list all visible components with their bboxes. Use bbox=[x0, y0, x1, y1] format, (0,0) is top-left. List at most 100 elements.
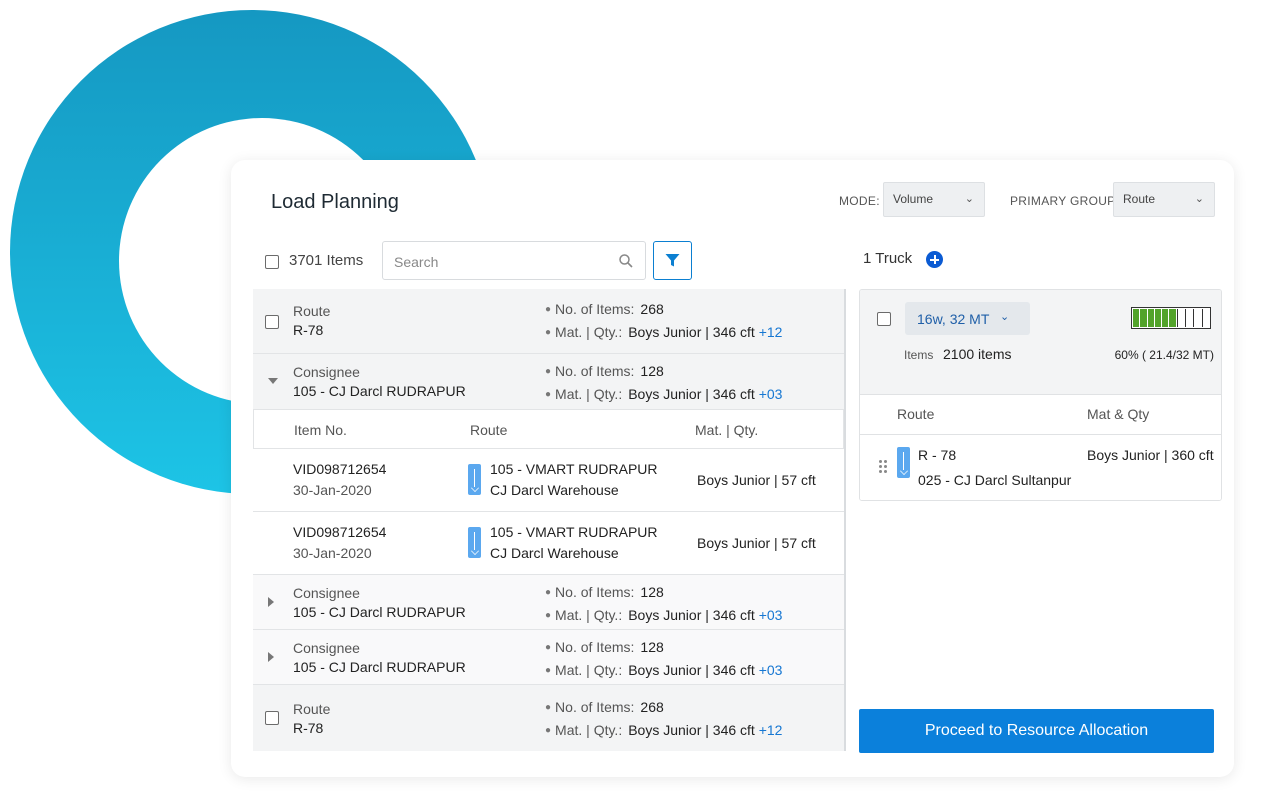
item-to: CJ Darcl Warehouse bbox=[490, 545, 619, 561]
load-list: Route R-78 ● No. of Items: 268 ● Mat. | Qty… bbox=[253, 289, 846, 751]
truck-row-qty: Boys Junior | 360 cft bbox=[1087, 447, 1214, 463]
caret-down-icon[interactable] bbox=[268, 378, 278, 384]
items-meta: ● No. of Items: 128 bbox=[545, 363, 664, 379]
arrow-down-icon bbox=[468, 527, 481, 558]
truck-count: 1 Truck bbox=[863, 250, 913, 267]
group-value: R-78 bbox=[293, 720, 324, 736]
items-meta: ● No. of Items: 268 bbox=[545, 699, 664, 715]
truck-table-header: Route Mat & Qty bbox=[860, 395, 1221, 435]
items-meta: ● No. of Items: 128 bbox=[545, 639, 664, 655]
primary-group-select-value: Route bbox=[1123, 192, 1156, 206]
more-link[interactable]: +03 bbox=[759, 662, 783, 678]
group-value: 105 - CJ Darcl RUDRAPUR bbox=[293, 383, 466, 399]
chevron-down-icon: ⌄ bbox=[1194, 193, 1204, 205]
search-icon bbox=[619, 254, 633, 268]
caret-right-icon[interactable] bbox=[268, 597, 274, 607]
truck-card-header: 16w, 32 MT ⌄ Items 2100 items 60% ( 21.4… bbox=[860, 290, 1221, 395]
chevron-down-icon: ⌄ bbox=[1000, 311, 1010, 323]
truck-type-select[interactable]: 16w, 32 MT ⌄ bbox=[905, 302, 1030, 335]
capacity-segment bbox=[1176, 309, 1185, 327]
capacity-segment bbox=[1140, 309, 1147, 327]
arrow-down-icon bbox=[897, 447, 910, 478]
more-link[interactable]: +12 bbox=[759, 722, 783, 738]
route-group-row[interactable]: Route R-78 ● No. of Items: 268 ● Mat. | Qty… bbox=[253, 289, 844, 354]
col-item-no: Item No. bbox=[294, 422, 347, 438]
consignee-group-row[interactable]: Consignee 105 - CJ Darcl RUDRAPUR ● No. o… bbox=[253, 575, 844, 630]
items-count: 3701 Items bbox=[289, 252, 364, 269]
filter-button[interactable] bbox=[653, 241, 692, 280]
col-route: Route bbox=[470, 422, 508, 438]
route-group-row[interactable]: Route R-78 ● No. of Items: 268 ● Mat. | Qty… bbox=[253, 685, 844, 751]
item-from: 105 - VMART RUDRAPUR bbox=[490, 461, 658, 477]
item-qty: Boys Junior | 57 cft bbox=[697, 472, 816, 488]
capacity-segment bbox=[1147, 309, 1154, 327]
group-label: Consignee bbox=[293, 640, 360, 656]
item-id: VID098712654 bbox=[293, 461, 387, 477]
row-checkbox[interactable] bbox=[265, 711, 279, 725]
truck-checkbox[interactable] bbox=[877, 312, 891, 326]
capacity-segment bbox=[1133, 309, 1140, 327]
capacity-segment bbox=[1201, 309, 1209, 327]
qty-meta: ● Mat. | Qty.: Boys Junior | 346 cft +03 bbox=[545, 386, 783, 402]
items-meta: ● No. of Items: 268 bbox=[545, 301, 664, 317]
primary-group-label: PRIMARY GROUP: bbox=[1010, 194, 1120, 208]
item-row[interactable]: VID098712654 30-Jan-2020 105 - VMART RUD… bbox=[253, 512, 844, 575]
proceed-button[interactable]: Proceed to Resource Allocation bbox=[859, 709, 1214, 753]
truck-card: 16w, 32 MT ⌄ Items 2100 items 60% ( 21.4… bbox=[859, 289, 1222, 501]
page-title: Load Planning bbox=[271, 191, 399, 213]
consignee-group-row[interactable]: Consignee 105 - CJ Darcl RUDRAPUR ● No. o… bbox=[253, 354, 844, 409]
load-planning-card: Load Planning MODE: Volume ⌄ PRIMARY GRO… bbox=[231, 160, 1234, 777]
qty-meta: ● Mat. | Qty.: Boys Junior | 346 cft +12 bbox=[545, 722, 783, 738]
select-all-checkbox[interactable] bbox=[265, 255, 279, 269]
truck-items-value: 2100 items bbox=[943, 346, 1012, 362]
capacity-bar bbox=[1131, 307, 1211, 329]
item-to: CJ Darcl Warehouse bbox=[490, 482, 619, 498]
truck-load-row[interactable]: R - 78 025 - CJ Darcl Sultanpur Boys Jun… bbox=[860, 435, 1221, 500]
group-label: Consignee bbox=[293, 364, 360, 380]
group-value: 105 - CJ Darcl RUDRAPUR bbox=[293, 659, 466, 675]
mode-label: MODE: bbox=[839, 194, 880, 208]
search-input[interactable]: Search bbox=[382, 241, 646, 280]
col-mat-qty: Mat & Qty bbox=[1087, 406, 1150, 422]
add-circle-icon[interactable] bbox=[926, 251, 943, 268]
capacity-segment bbox=[1169, 309, 1176, 327]
col-route: Route bbox=[897, 406, 935, 422]
chevron-down-icon: ⌄ bbox=[964, 193, 974, 205]
item-qty: Boys Junior | 57 cft bbox=[697, 535, 816, 551]
more-link[interactable]: +12 bbox=[759, 324, 783, 340]
more-link[interactable]: +03 bbox=[759, 607, 783, 623]
items-table-header: Item No. Route Mat. | Qty. bbox=[253, 409, 844, 449]
mode-select[interactable]: Volume ⌄ bbox=[883, 182, 985, 217]
primary-group-select[interactable]: Route ⌄ bbox=[1113, 182, 1215, 217]
truck-row-route: R - 78 bbox=[918, 447, 957, 463]
mode-select-value: Volume bbox=[893, 192, 934, 206]
group-value: 105 - CJ Darcl RUDRAPUR bbox=[293, 604, 466, 620]
qty-meta: ● Mat. | Qty.: Boys Junior | 346 cft +03 bbox=[545, 607, 783, 623]
row-checkbox[interactable] bbox=[265, 315, 279, 329]
qty-meta: ● Mat. | Qty.: Boys Junior | 346 cft +12 bbox=[545, 324, 783, 340]
item-row[interactable]: VID098712654 30-Jan-2020 105 - VMART RUD… bbox=[253, 449, 844, 512]
truck-items-label: Items bbox=[904, 348, 934, 362]
item-date: 30-Jan-2020 bbox=[293, 482, 372, 498]
capacity-segment bbox=[1193, 309, 1201, 327]
col-mat-qty: Mat. | Qty. bbox=[695, 422, 759, 438]
group-value: R-78 bbox=[293, 322, 324, 338]
drag-handle-icon[interactable] bbox=[879, 460, 887, 474]
group-label: Route bbox=[293, 303, 331, 319]
capacity-segment bbox=[1185, 309, 1193, 327]
truck-row-consignee: 025 - CJ Darcl Sultanpur bbox=[918, 472, 1072, 488]
group-label: Consignee bbox=[293, 585, 360, 601]
item-from: 105 - VMART RUDRAPUR bbox=[490, 524, 658, 540]
item-date: 30-Jan-2020 bbox=[293, 545, 372, 561]
caret-right-icon[interactable] bbox=[268, 652, 274, 662]
search-placeholder: Search bbox=[394, 254, 439, 270]
capacity-segment bbox=[1162, 309, 1169, 327]
truck-type-value: 16w, 32 MT bbox=[917, 311, 990, 327]
group-label: Route bbox=[293, 701, 331, 717]
capacity-segment bbox=[1154, 309, 1162, 327]
consignee-group-row[interactable]: Consignee 105 - CJ Darcl RUDRAPUR ● No. o… bbox=[253, 630, 844, 685]
qty-meta: ● Mat. | Qty.: Boys Junior | 346 cft +03 bbox=[545, 662, 783, 678]
items-meta: ● No. of Items: 128 bbox=[545, 584, 664, 600]
more-link[interactable]: +03 bbox=[759, 386, 783, 402]
item-id: VID098712654 bbox=[293, 524, 387, 540]
